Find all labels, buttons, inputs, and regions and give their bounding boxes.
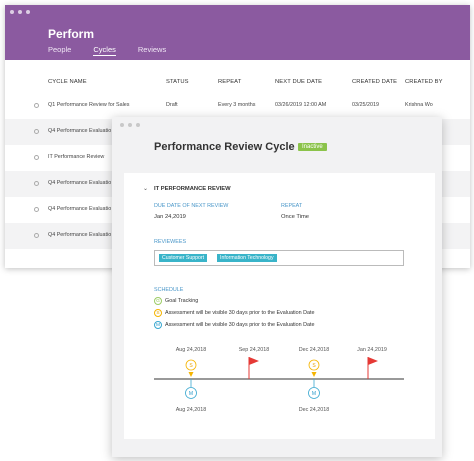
schedule-item: S Assessment will be visible 30 days pri… [154,309,315,317]
row-name: Q4 Performance Evaluatio [48,232,112,238]
timeline-date-top: Dec 24,2018 [299,347,330,353]
row-created-by: Krishna Wo [405,102,433,108]
schedule-item: G Goal Tracking [154,297,198,305]
row-name: Q4 Performance Evaluatio [48,206,112,212]
row-name: IT Performance Review [48,154,105,160]
row-radio[interactable] [34,207,39,212]
schedule-text: Assessment will be visible 30 days prior… [165,322,315,328]
tab-reviews[interactable]: Reviews [138,45,166,56]
reviewees-label: REVIEWEES [154,239,187,245]
row-next-due: 03/26/2019 12:00 AM [275,102,327,108]
timeline-date-top: Sep 24,2018 [239,347,270,353]
reviewee-tag[interactable]: Customer Support [159,254,208,262]
s-marker: S [308,359,320,377]
svg-text:M: M [189,391,193,397]
table-row[interactable]: Q1 Performance Review for Sales Draft Ev… [5,93,470,119]
schedule-text: Goal Tracking [165,298,199,304]
review-card: ⌄ IT PERFORMANCE REVIEW DUE DATE OF NEXT… [124,173,435,439]
self-assessment-icon: S [154,309,162,317]
window-controls [120,123,140,127]
schedule-item: M Assessment will be visible 30 days pri… [154,321,315,329]
s-marker: S [185,359,197,377]
row-status: Draft [166,102,178,108]
review-cycle-window: Performance Review Cycle Inactive ⌄ IT P… [112,117,442,457]
col-repeat[interactable]: REPEAT [218,79,241,85]
tab-cycles[interactable]: Cycles [93,45,116,56]
row-repeat: Every 3 months [218,102,256,108]
reviewees-input[interactable]: Customer Support Information Technology [154,250,404,266]
col-cycle-name[interactable]: CYCLE NAME [48,79,87,85]
chevron-down-icon[interactable]: ⌄ [143,185,148,192]
section-title[interactable]: IT PERFORMANCE REVIEW [154,186,231,192]
col-next-due[interactable]: NEXT DUE DATE [275,79,322,85]
row-radio[interactable] [34,155,39,160]
schedule-label: SCHEDULE [154,287,184,293]
col-created-by[interactable]: CREATED BY [405,79,443,85]
m-marker: M [308,379,320,399]
col-status[interactable]: STATUS [166,79,189,85]
timeline-date-top: Aug 24,2018 [176,347,207,353]
repeat-label: REPEAT [281,203,303,209]
m-marker: M [185,379,197,399]
tab-people[interactable]: People [48,45,71,56]
app-title: Perform [48,27,95,41]
timeline-date-top: Jan 24,2019 [357,347,387,353]
main-nav: People Cycles Reviews [48,45,166,56]
col-created[interactable]: CREATED DATE [352,79,397,85]
row-name: Q4 Performance Evaluatio [48,180,112,186]
row-radio[interactable] [34,129,39,134]
repeat-value: Once Time [281,214,310,220]
app-header: Perform People Cycles Reviews [5,5,470,60]
svg-text:M: M [312,391,316,397]
row-name: Q4 Performance Evaluatio [48,128,112,134]
reviewee-tag[interactable]: Information Technology [217,254,277,262]
row-created: 03/25/2019 [352,102,379,108]
row-radio[interactable] [34,103,39,108]
schedule-text: Assessment will be visible 30 days prior… [165,310,315,316]
schedule-timeline: Aug 24,2018 Sep 24,2018 Dec 24,2018 Jan … [154,347,404,413]
due-date-label: DUE DATE OF NEXT REVIEW [154,203,229,209]
row-radio[interactable] [34,233,39,238]
flag-icon [367,357,378,379]
due-date-value: Jan 24,2019 [154,214,186,220]
status-badge: Inactive [298,143,327,151]
timeline-date-bottom: Aug 24,2018 [176,407,207,413]
goal-icon: G [154,297,162,305]
row-name: Q1 Performance Review for Sales [48,102,130,108]
manager-assessment-icon: M [154,321,162,329]
flag-icon [248,357,259,379]
panel-title: Performance Review Cycle [154,141,295,153]
row-radio[interactable] [34,181,39,186]
window-controls [10,10,30,14]
timeline-date-bottom: Dec 24,2018 [299,407,330,413]
